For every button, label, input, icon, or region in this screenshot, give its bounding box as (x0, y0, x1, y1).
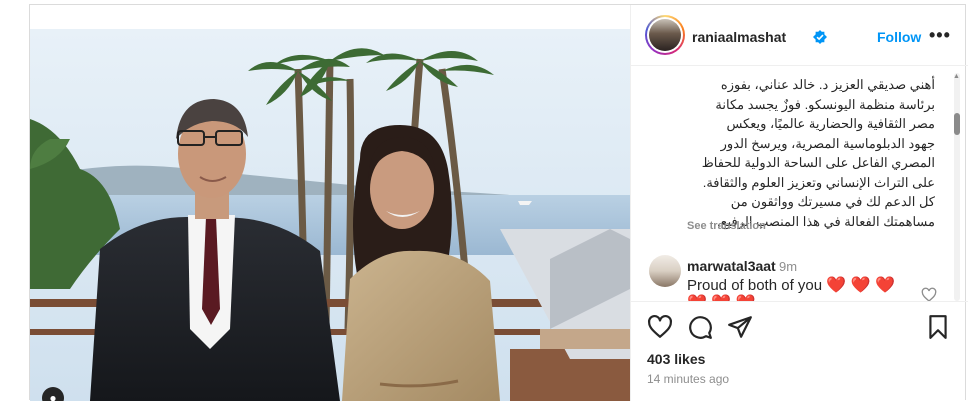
heart-outline-icon[interactable] (647, 314, 673, 340)
verified-badge-icon (813, 30, 827, 44)
post-photo[interactable]: ● (30, 29, 630, 401)
comment-time: 9m (779, 259, 798, 274)
post-header: raniaalmashat Follow ••• (631, 5, 968, 66)
comment-hearts-1: ❤️ ❤️ ❤️ (826, 277, 895, 294)
author-username[interactable]: raniaalmashat (692, 29, 786, 45)
post-timestamp[interactable]: 14 minutes ago (647, 372, 729, 386)
post-side-panel: raniaalmashat Follow ••• أهني صديقي العز… (630, 5, 968, 401)
comment-avatar[interactable] (649, 255, 681, 287)
post-caption: أهني صديقي العزيز د. خالد عناني، بفوزه ب… (701, 77, 935, 229)
paper-plane-icon[interactable] (727, 314, 753, 340)
author-avatar[interactable] (645, 15, 685, 55)
comment-like-heart-icon[interactable] (921, 287, 937, 301)
comments-scrollbar[interactable]: ▲ (952, 73, 962, 301)
comment-body: Proud of both of you (687, 277, 823, 294)
comments-section[interactable]: أهني صديقي العزيز د. خالد عناني، بفوزه ب… (631, 67, 968, 301)
follow-button[interactable]: Follow (877, 29, 921, 45)
likes-count[interactable]: 403 likes (647, 351, 705, 367)
scrollbar-thumb[interactable] (954, 113, 960, 135)
more-options-icon[interactable]: ••• (929, 25, 951, 46)
comment-username[interactable]: marwatal3aat (687, 258, 776, 274)
comment-text: Proud of both of you ❤️ ❤️ ❤️ ❤️ ❤️ ❤️ (687, 277, 937, 301)
post-frame: ● raniaalmashat Follow ••• أهني صديقي ال… (29, 4, 968, 401)
see-translation-link[interactable]: See translation (687, 220, 766, 232)
photo-image (30, 29, 630, 401)
comment-bubble-icon[interactable] (687, 314, 713, 340)
scroll-up-arrow-icon[interactable]: ▲ (953, 73, 960, 80)
bookmark-icon[interactable] (925, 314, 951, 340)
post-actions: 403 likes 14 minutes ago (631, 301, 968, 401)
